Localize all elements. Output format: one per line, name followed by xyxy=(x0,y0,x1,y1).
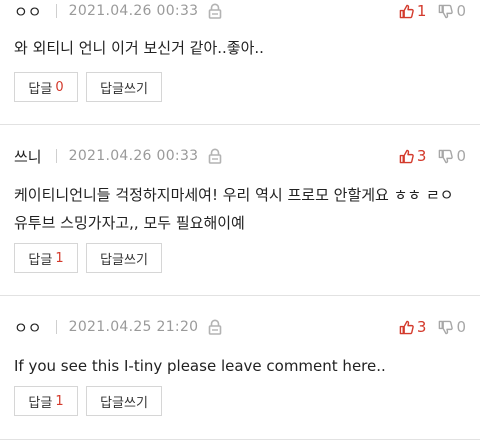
comment-actions: 답글 0 답글쓰기 xyxy=(14,72,170,102)
lock-icon xyxy=(209,319,222,335)
like-button[interactable]: 3 xyxy=(399,318,427,336)
dislike-count: 0 xyxy=(456,318,466,336)
comment-actions: 답글 1 답글쓰기 xyxy=(14,243,170,273)
comment-header: 쓰니 2021.04.26 00:33 3 0 xyxy=(14,145,466,167)
comment-text: 케이티니언니들 걱정하지마세여! 우리 역시 프로모 안할게요 ㅎㅎ ㄹㅇ 유투… xyxy=(14,186,454,232)
comment-item: 쓰니 2021.04.26 00:33 3 0 케이티니언니들 걱정하지마세여!… xyxy=(0,125,480,296)
like-count: 3 xyxy=(416,318,427,336)
reply-count: 1 xyxy=(55,393,64,409)
thumbs-up-icon xyxy=(399,4,414,18)
comment-date: 2021.04.25 21:20 xyxy=(68,319,199,335)
comment-date: 2021.04.26 00:33 xyxy=(68,3,199,19)
comment-text: 와 외티니 언니 이거 보신거 같아..좋아.. xyxy=(14,39,264,57)
like-count: 1 xyxy=(416,2,427,20)
comment-author[interactable]: ㅇㅇ xyxy=(14,317,42,338)
comment-header: ㅇㅇ 2021.04.26 00:33 1 0 xyxy=(14,0,466,22)
dislike-count: 0 xyxy=(456,2,466,20)
reply-button[interactable]: 답글 1 xyxy=(14,243,78,273)
write-reply-button[interactable]: 답글쓰기 xyxy=(86,243,162,273)
lock-icon xyxy=(209,148,222,164)
like-count: 3 xyxy=(416,147,427,165)
comment-text: If you see this I-tiny please leave comm… xyxy=(14,357,386,375)
vote-group: 3 0 xyxy=(399,318,466,336)
comment-item: ㅇㅇ 2021.04.26 00:33 1 0 와 외티니 언니 이거 보신거 … xyxy=(0,0,480,125)
comment-header: ㅇㅇ 2021.04.25 21:20 3 0 xyxy=(14,316,466,338)
like-button[interactable]: 3 xyxy=(399,147,427,165)
reply-count: 1 xyxy=(55,250,64,266)
reply-button[interactable]: 답글 1 xyxy=(14,386,78,416)
comment-date: 2021.04.26 00:33 xyxy=(68,148,199,164)
divider xyxy=(55,320,57,334)
vote-group: 1 0 xyxy=(399,2,466,20)
thumbs-up-icon xyxy=(399,320,414,334)
reply-label: 답글 xyxy=(28,252,53,268)
lock-icon xyxy=(209,3,222,19)
dislike-count: 0 xyxy=(456,147,466,165)
write-reply-button[interactable]: 답글쓰기 xyxy=(86,386,162,416)
comment-author[interactable]: ㅇㅇ xyxy=(14,1,42,22)
dislike-button[interactable]: 0 xyxy=(438,147,466,165)
dislike-button[interactable]: 0 xyxy=(438,2,466,20)
reply-label: 답글 xyxy=(28,81,53,97)
thumbs-down-icon xyxy=(439,4,454,18)
reply-count: 0 xyxy=(55,79,64,95)
thumbs-up-icon xyxy=(399,149,414,163)
comment-actions: 답글 1 답글쓰기 xyxy=(14,386,170,416)
thumbs-down-icon xyxy=(439,149,454,163)
write-reply-button[interactable]: 답글쓰기 xyxy=(86,72,162,102)
comment-author[interactable]: 쓰니 xyxy=(14,146,42,167)
like-button[interactable]: 1 xyxy=(399,2,427,20)
vote-group: 3 0 xyxy=(399,147,466,165)
divider xyxy=(55,4,57,18)
divider xyxy=(55,149,57,163)
reply-label: 답글 xyxy=(28,395,53,411)
thumbs-down-icon xyxy=(439,320,454,334)
comment-item: ㅇㅇ 2021.04.25 21:20 3 0 If you see this … xyxy=(0,296,480,440)
reply-button[interactable]: 답글 0 xyxy=(14,72,78,102)
dislike-button[interactable]: 0 xyxy=(438,318,466,336)
